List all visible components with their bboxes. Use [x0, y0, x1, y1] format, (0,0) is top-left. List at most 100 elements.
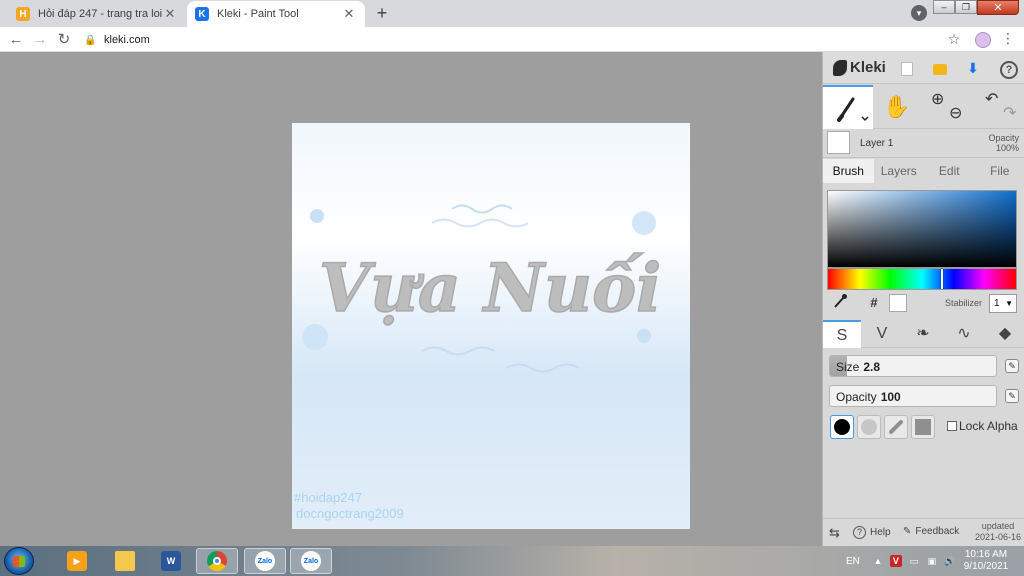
tab-brush[interactable]: Brush [823, 159, 874, 183]
brush-type-row: S V ❧ ∿ ◆ [823, 320, 1024, 348]
stabilizer-select[interactable]: 1 ▼ [989, 294, 1017, 313]
lock-icon[interactable]: 🔒 [84, 35, 96, 46]
forward-button[interactable]: → [30, 30, 50, 50]
wave-decoration [431, 218, 529, 228]
system-tray: EN ▲ V ▭ ▣ 🔊 [846, 546, 962, 576]
hue-slider[interactable] [827, 268, 1017, 290]
battery-icon[interactable]: ▭ [908, 555, 920, 567]
taskbar-file-explorer[interactable] [104, 548, 146, 574]
swap-sides-icon[interactable]: ⇆ [829, 525, 840, 541]
updated-info[interactable]: updated 2021-06-16 [975, 521, 1021, 543]
size-slider[interactable]: Size 2.8 [829, 355, 997, 377]
window-close-button[interactable]: ✕ [977, 0, 1019, 15]
taskbar-word[interactable]: W [150, 548, 192, 574]
help-link[interactable]: ? Help [853, 526, 891, 539]
tab-edit[interactable]: Edit [924, 159, 975, 183]
hand-tool-button[interactable]: ✋ [875, 85, 919, 129]
reload-button[interactable]: ↻ [54, 30, 74, 50]
pen-brush-button[interactable]: S [823, 320, 861, 348]
taskbar-clock[interactable]: 10:16 AM 9/10/2021 [960, 549, 1012, 573]
layer-name: Layer 1 [860, 138, 894, 149]
zoom-in-icon[interactable]: ⊕ [931, 89, 944, 109]
antivirus-icon[interactable]: V [889, 555, 902, 567]
undo-icon[interactable]: ↶ [985, 89, 998, 109]
eyedropper-icon[interactable] [829, 293, 851, 313]
tab-layers[interactable]: Layers [874, 159, 925, 183]
start-button[interactable] [4, 547, 34, 575]
pixel-brush-button[interactable]: ∿ [945, 320, 983, 348]
stabilizer-value: 1 [994, 298, 1000, 309]
kleki-logo[interactable]: Kleki [833, 59, 886, 76]
window-controls: ▾ – ❐ ✕ [911, 0, 1024, 21]
size-slider-text: Size 2.8 [836, 360, 880, 374]
stabilizer-label: Stabilizer [945, 298, 983, 308]
close-tab-icon[interactable]: ✕ [341, 6, 357, 22]
back-button[interactable]: ← [6, 30, 26, 50]
open-image-button[interactable] [930, 58, 950, 78]
size-label: Size [836, 360, 860, 374]
taskbar-zalo[interactable]: Zalo [244, 548, 286, 574]
size-pressure-toggle[interactable]: ✎ [1005, 359, 1019, 373]
drawing-canvas[interactable]: Vựa Nuối #hoidap247 docngoctrang2009 [292, 123, 690, 529]
hex-input-button[interactable]: # [863, 293, 885, 313]
current-color-swatch[interactable] [889, 294, 907, 312]
wave-decoration [421, 346, 495, 356]
taskbar-media-player[interactable]: ▶ [56, 548, 98, 574]
tab-file[interactable]: File [975, 159, 1024, 183]
round-tip-icon [834, 419, 850, 435]
network-icon[interactable]: ▣ [926, 555, 938, 567]
canvas-workspace[interactable]: Vựa Nuối #hoidap247 docngoctrang2009 [0, 52, 822, 546]
soft-round-tip-button[interactable] [857, 415, 881, 439]
checkbox-icon[interactable] [947, 421, 957, 431]
feedback-label: Feedback [915, 526, 960, 537]
eraser-button[interactable]: ◆ [986, 320, 1024, 348]
bubble-decoration [310, 209, 324, 223]
help-icon: ? [1000, 61, 1018, 79]
clock-time: 10:16 AM [964, 549, 1008, 560]
url-text[interactable]: kleki.com [104, 34, 150, 46]
close-tab-icon[interactable]: ✕ [162, 6, 178, 22]
line-tip-icon [888, 419, 904, 435]
layer-preview[interactable]: Layer 1 Opacity 100% [823, 130, 1024, 158]
line-tip-button[interactable] [884, 415, 908, 439]
bubble-decoration [637, 329, 651, 343]
hard-round-tip-button[interactable] [830, 415, 854, 439]
bookmark-star-icon[interactable]: ☆ [945, 31, 963, 48]
new-tab-button[interactable]: + [372, 3, 392, 23]
tab-search-button[interactable]: ▾ [911, 5, 927, 21]
chrome-icon [207, 551, 227, 571]
show-hidden-icons-icon[interactable]: ▲ [872, 555, 884, 567]
tab-hoidap[interactable]: H Hỏi đáp 247 - trang tra loi ✕ [8, 1, 186, 27]
browser-menu-icon[interactable]: ⋮ [1000, 30, 1016, 47]
opacity-slider[interactable]: Opacity 100 [829, 385, 997, 407]
feedback-link[interactable]: ✎ Feedback [903, 526, 959, 537]
panel-tabs: Brush Layers Edit File [823, 159, 1024, 183]
new-image-button[interactable] [897, 58, 917, 78]
language-indicator[interactable]: EN [846, 556, 860, 567]
save-image-button[interactable]: ⬇ [963, 58, 983, 78]
restore-button[interactable]: ❐ [955, 0, 977, 14]
color-saturation-box[interactable] [827, 190, 1017, 268]
square-tip-button[interactable] [911, 415, 935, 439]
artwork-layer: Vựa Nuối [302, 204, 662, 373]
minimize-button[interactable]: – [933, 0, 955, 14]
zoom-out-icon[interactable]: ⊖ [949, 103, 962, 123]
volume-icon[interactable]: 🔊 [944, 555, 956, 567]
help-button[interactable]: ? [999, 58, 1019, 79]
redo-icon[interactable]: ↷ [1003, 103, 1016, 123]
lock-alpha-checkbox[interactable]: Lock Alpha [947, 419, 1018, 433]
brush-tool-button[interactable] [823, 85, 873, 129]
address-bar[interactable]: 🔒 kleki.com [84, 30, 970, 50]
opacity-pressure-toggle[interactable]: ✎ [1005, 389, 1019, 403]
open-folder-icon [933, 63, 947, 75]
profile-avatar[interactable] [975, 32, 991, 48]
layer-thumbnail[interactable] [827, 131, 850, 154]
sketchy-brush-button[interactable]: ❧ [904, 320, 942, 348]
tab-kleki[interactable]: K Kleki - Paint Tool ✕ [187, 1, 365, 27]
taskbar-chrome[interactable] [196, 548, 238, 574]
clock-date: 9/10/2021 [963, 561, 1009, 572]
hue-slider-handle[interactable] [940, 269, 943, 289]
taskbar-zalo-2[interactable]: Zalo [290, 548, 332, 574]
size-value: 2.8 [863, 360, 881, 374]
blend-brush-button[interactable]: V [863, 320, 901, 348]
